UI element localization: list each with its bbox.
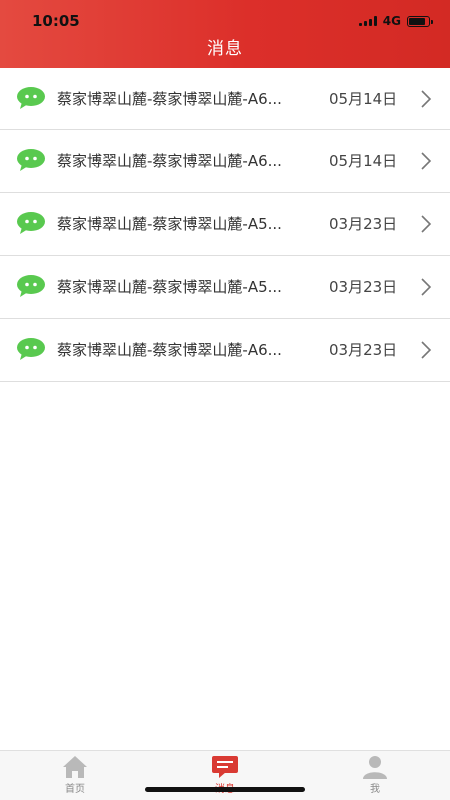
chevron-right-icon: [421, 152, 432, 170]
chat-bubble-icon: [17, 212, 45, 234]
tab-bar: 首页 消息 我: [0, 750, 450, 800]
message-title: 蔡家博翠山麓-蔡家博翠山麓-A5...: [57, 215, 282, 233]
message-title: 蔡家博翠山麓-蔡家博翠山麓-A5...: [57, 278, 282, 296]
list-item[interactable]: 蔡家博翠山麓-蔡家博翠山麓-A6... 05月14日: [0, 130, 450, 193]
home-indicator[interactable]: [145, 787, 305, 792]
message-date: 03月23日: [329, 278, 398, 296]
message-date: 05月14日: [329, 152, 398, 170]
chat-bubble-icon: [17, 149, 45, 171]
chevron-right-icon: [421, 341, 432, 359]
chevron-right-icon: [421, 90, 432, 108]
status-indicators: 4G: [358, 14, 433, 28]
network-type: 4G: [382, 14, 401, 28]
status-time: 10:05: [32, 12, 80, 30]
home-icon: [63, 756, 87, 778]
page-title: 消息: [207, 39, 243, 59]
message-date: 03月23日: [329, 341, 398, 359]
tab-home[interactable]: 首页: [40, 755, 110, 795]
chevron-right-icon: [421, 278, 432, 296]
list-item[interactable]: 蔡家博翠山麓-蔡家博翠山麓-A5... 03月23日: [0, 256, 450, 319]
message-title: 蔡家博翠山麓-蔡家博翠山麓-A6...: [57, 90, 282, 108]
signal-icon: [358, 16, 377, 26]
message-icon: [212, 756, 238, 778]
list-item[interactable]: 蔡家博翠山麓-蔡家博翠山麓-A5... 03月23日: [0, 193, 450, 256]
battery-icon: [407, 15, 433, 27]
chat-bubble-icon: [17, 87, 45, 109]
chat-bubble-icon: [17, 338, 45, 360]
app-header: 10:05 4G 消息: [0, 0, 450, 68]
message-title: 蔡家博翠山麓-蔡家博翠山麓-A6...: [57, 152, 282, 170]
message-date: 03月23日: [329, 215, 398, 233]
chat-bubble-icon: [17, 275, 45, 297]
message-list: 蔡家博翠山麓-蔡家博翠山麓-A6... 05月14日 蔡家博翠山麓-蔡家博翠山麓…: [0, 68, 450, 382]
message-title: 蔡家博翠山麓-蔡家博翠山麓-A6...: [57, 341, 282, 359]
list-item[interactable]: 蔡家博翠山麓-蔡家博翠山麓-A6... 03月23日: [0, 319, 450, 382]
tab-profile[interactable]: 我: [340, 755, 410, 795]
tab-home-label: 首页: [65, 784, 85, 795]
user-icon: [363, 756, 387, 779]
chevron-right-icon: [421, 215, 432, 233]
list-item[interactable]: 蔡家博翠山麓-蔡家博翠山麓-A6... 05月14日: [0, 68, 450, 130]
message-date: 05月14日: [329, 90, 398, 108]
tab-profile-label: 我: [370, 784, 380, 795]
